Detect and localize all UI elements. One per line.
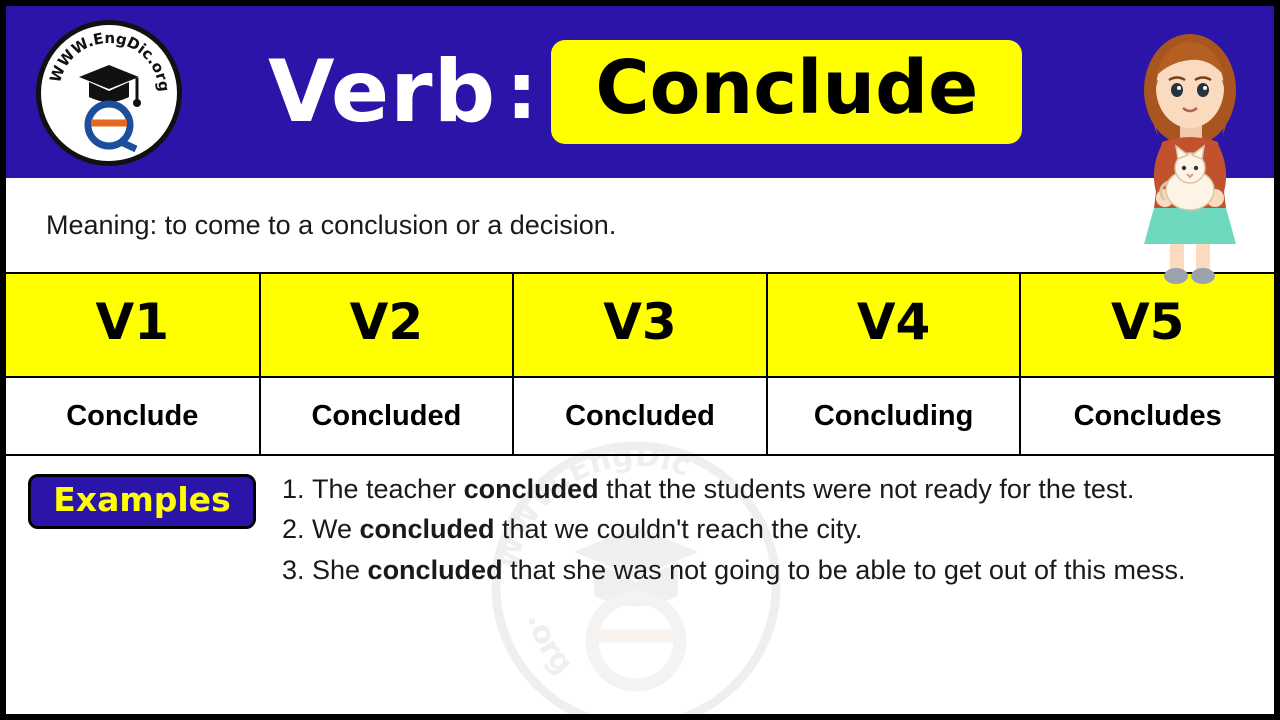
girl-with-cat-illustration xyxy=(1144,34,1236,284)
table-header-v2: V2 xyxy=(258,272,515,378)
example-2-bold: concluded xyxy=(359,514,495,545)
example-1-post: that the students were not ready for the… xyxy=(598,474,1135,504)
table-cell-v5: Concludes xyxy=(1019,376,1274,456)
table-header-v3: V3 xyxy=(512,272,768,378)
list-item: She concluded that she was not going to … xyxy=(312,551,1254,589)
table-cell-v1: Conclude xyxy=(6,376,261,456)
example-3-post: that she was not going to be able to get… xyxy=(502,554,1186,585)
header-bar: WWW.EngDic.org Verb: Conclude xyxy=(6,6,1274,178)
list-item: We concluded that we couldn't reach the … xyxy=(312,510,1254,548)
table-cell-v2: Concluded xyxy=(258,376,515,456)
example-2-post: that we couldn't reach the city. xyxy=(494,514,863,545)
verb-word-box: Conclude xyxy=(551,40,1023,144)
examples-label-cell: Examples xyxy=(6,470,278,591)
meaning-line: Meaning: to come to a conclusion or a de… xyxy=(6,178,1274,272)
examples-badge: Examples xyxy=(28,474,256,529)
table-header-v4: V4 xyxy=(765,272,1022,378)
example-2-pre: We xyxy=(312,514,360,545)
table-cell-v3: Concluded xyxy=(512,376,768,456)
logo-graphic: WWW.EngDic.org xyxy=(46,29,173,153)
logo-circle: WWW.EngDic.org xyxy=(36,20,182,166)
examples-list: The teacher concluded that the students … xyxy=(278,470,1274,591)
list-item: The teacher concluded that the students … xyxy=(312,470,1254,508)
example-3-bold: concluded xyxy=(367,554,503,585)
meaning-text: Meaning: to come to a conclusion or a de… xyxy=(46,209,617,240)
table-header-v1: V1 xyxy=(6,272,261,378)
separator-colon: : xyxy=(506,47,538,137)
table-header-row: V1 V2 V3 V4 V5 xyxy=(6,272,1274,378)
verb-forms-card: WWW.EngDic.org Verb: Conclude Meaning: … xyxy=(0,0,1280,720)
verb-word: Conclude xyxy=(595,45,979,132)
svg-text:.org: .org xyxy=(520,610,580,681)
verb-label: Verb xyxy=(268,42,497,142)
example-1-bold: concluded xyxy=(463,474,599,504)
verb-forms-table: V1 V2 V3 V4 V5 Conclude Concluded Conclu… xyxy=(6,272,1274,456)
example-3-pre: She xyxy=(312,554,368,585)
table-row: Conclude Concluded Concluded Concluding … xyxy=(6,376,1274,456)
table-cell-v4: Concluding xyxy=(765,376,1022,456)
logo: WWW.EngDic.org xyxy=(6,6,206,178)
example-1-pre: The teacher xyxy=(312,474,464,504)
examples-section: Examples The teacher concluded that the … xyxy=(6,456,1274,591)
